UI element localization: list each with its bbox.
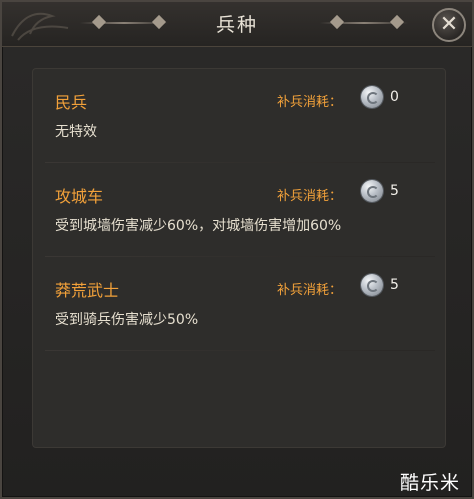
unit-type-window: 兵种 ✕ 民兵 补兵消耗： 0 无特效 攻城车 补兵消耗： 5 受到城墙伤害减少… <box>0 0 474 499</box>
row-divider <box>45 350 435 351</box>
cost-value: 5 <box>390 183 399 199</box>
silver-coin-icon <box>361 86 383 108</box>
unit-name: 攻城车 <box>55 187 104 206</box>
unit-name: 莽荒武士 <box>55 281 120 300</box>
cost-value: 0 <box>390 89 399 105</box>
cost-value: 5 <box>390 277 399 293</box>
close-x-icon: ✕ <box>439 12 459 37</box>
title-bar: 兵种 ✕ <box>2 2 472 47</box>
unit-row: 民兵 补兵消耗： 0 无特效 <box>45 69 435 163</box>
cost-label: 补兵消耗： <box>277 283 343 298</box>
unit-description: 受到城墙伤害减少60%，对城墙伤害增加60% <box>55 218 342 234</box>
unit-description: 受到骑兵伤害减少50% <box>55 312 199 328</box>
unit-row: 莽荒武士 补兵消耗： 5 受到骑兵伤害减少50% <box>45 257 435 351</box>
cost-label: 补兵消耗： <box>277 189 343 204</box>
unit-description: 无特效 <box>55 124 97 140</box>
silver-coin-icon <box>361 180 383 202</box>
cost-label: 补兵消耗： <box>277 95 343 110</box>
unit-row: 攻城车 补兵消耗： 5 受到城墙伤害减少60%，对城墙伤害增加60% <box>45 163 435 257</box>
watermark: 酷乐米 <box>400 472 461 494</box>
close-button[interactable]: ✕ <box>432 8 466 42</box>
unit-list-panel: 民兵 补兵消耗： 0 无特效 攻城车 补兵消耗： 5 受到城墙伤害减少60%，对… <box>32 68 446 448</box>
silver-coin-icon <box>361 274 383 296</box>
unit-name: 民兵 <box>55 93 88 112</box>
